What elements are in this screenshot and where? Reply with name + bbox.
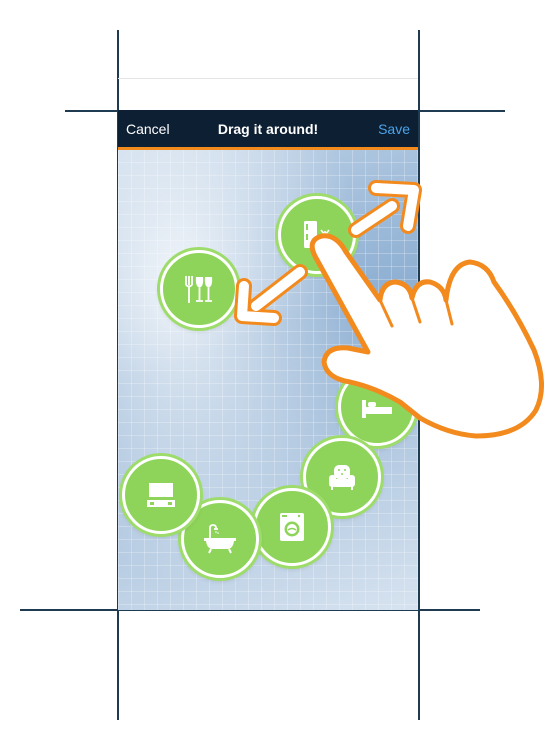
cancel-button[interactable]: Cancel [118, 121, 178, 137]
tv-icon [147, 483, 175, 507]
bed-icon [362, 400, 392, 418]
phone-screen: Cancel Drag it around! Save [118, 110, 418, 610]
crop-guide-right [418, 30, 420, 720]
kitchen-icon [304, 221, 331, 248]
kitchen-room[interactable] [278, 196, 356, 274]
bedroom-room[interactable] [338, 368, 416, 446]
dining-room[interactable] [160, 250, 238, 328]
armchair-icon [329, 465, 355, 490]
bathtub-icon [204, 524, 236, 554]
navigation-bar: Cancel Drag it around! Save [118, 110, 418, 150]
laundry-room[interactable] [253, 488, 331, 566]
dining-icon [185, 276, 213, 303]
save-button[interactable]: Save [370, 121, 418, 137]
previous-screen-divider [118, 78, 418, 79]
washing-machine-icon [280, 513, 304, 541]
tv-room[interactable] [122, 456, 200, 534]
